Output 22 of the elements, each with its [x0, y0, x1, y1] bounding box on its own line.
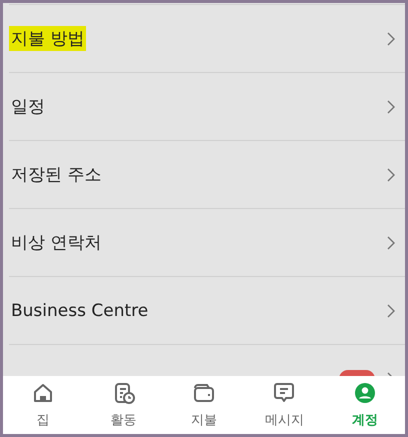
- menu-item[interactable]: 지불 방법: [9, 4, 405, 72]
- person-icon: [352, 381, 377, 405]
- chevron-icon: [387, 236, 395, 250]
- chat-bubble-icon: [272, 381, 296, 405]
- item-label: 저장된 주소: [10, 164, 102, 187]
- item-label: 비상 연락처: [10, 232, 102, 255]
- item-label: 지불 방법: [9, 26, 86, 51]
- chevron-icon: [387, 32, 395, 46]
- item-label: Business Centre: [10, 300, 150, 322]
- nav-tab[interactable]: 지불: [164, 376, 244, 434]
- wallet-icon: [192, 381, 216, 405]
- nav-tab[interactable]: 메시지: [244, 376, 325, 434]
- menu-item[interactable]: 비상 연락처: [9, 208, 405, 276]
- chevron-icon: [387, 304, 395, 318]
- nav-tab[interactable]: 활동: [83, 376, 164, 434]
- item-label: 일정: [10, 96, 46, 119]
- menu-item[interactable]: Business Centre: [9, 276, 405, 344]
- menu-item[interactable]: 일정: [9, 72, 405, 140]
- nav-tab[interactable]: 집: [3, 376, 84, 434]
- chevron-icon: [387, 100, 395, 114]
- menu-item[interactable]: 저장된 주소: [9, 140, 405, 208]
- chevron-icon: [387, 168, 395, 182]
